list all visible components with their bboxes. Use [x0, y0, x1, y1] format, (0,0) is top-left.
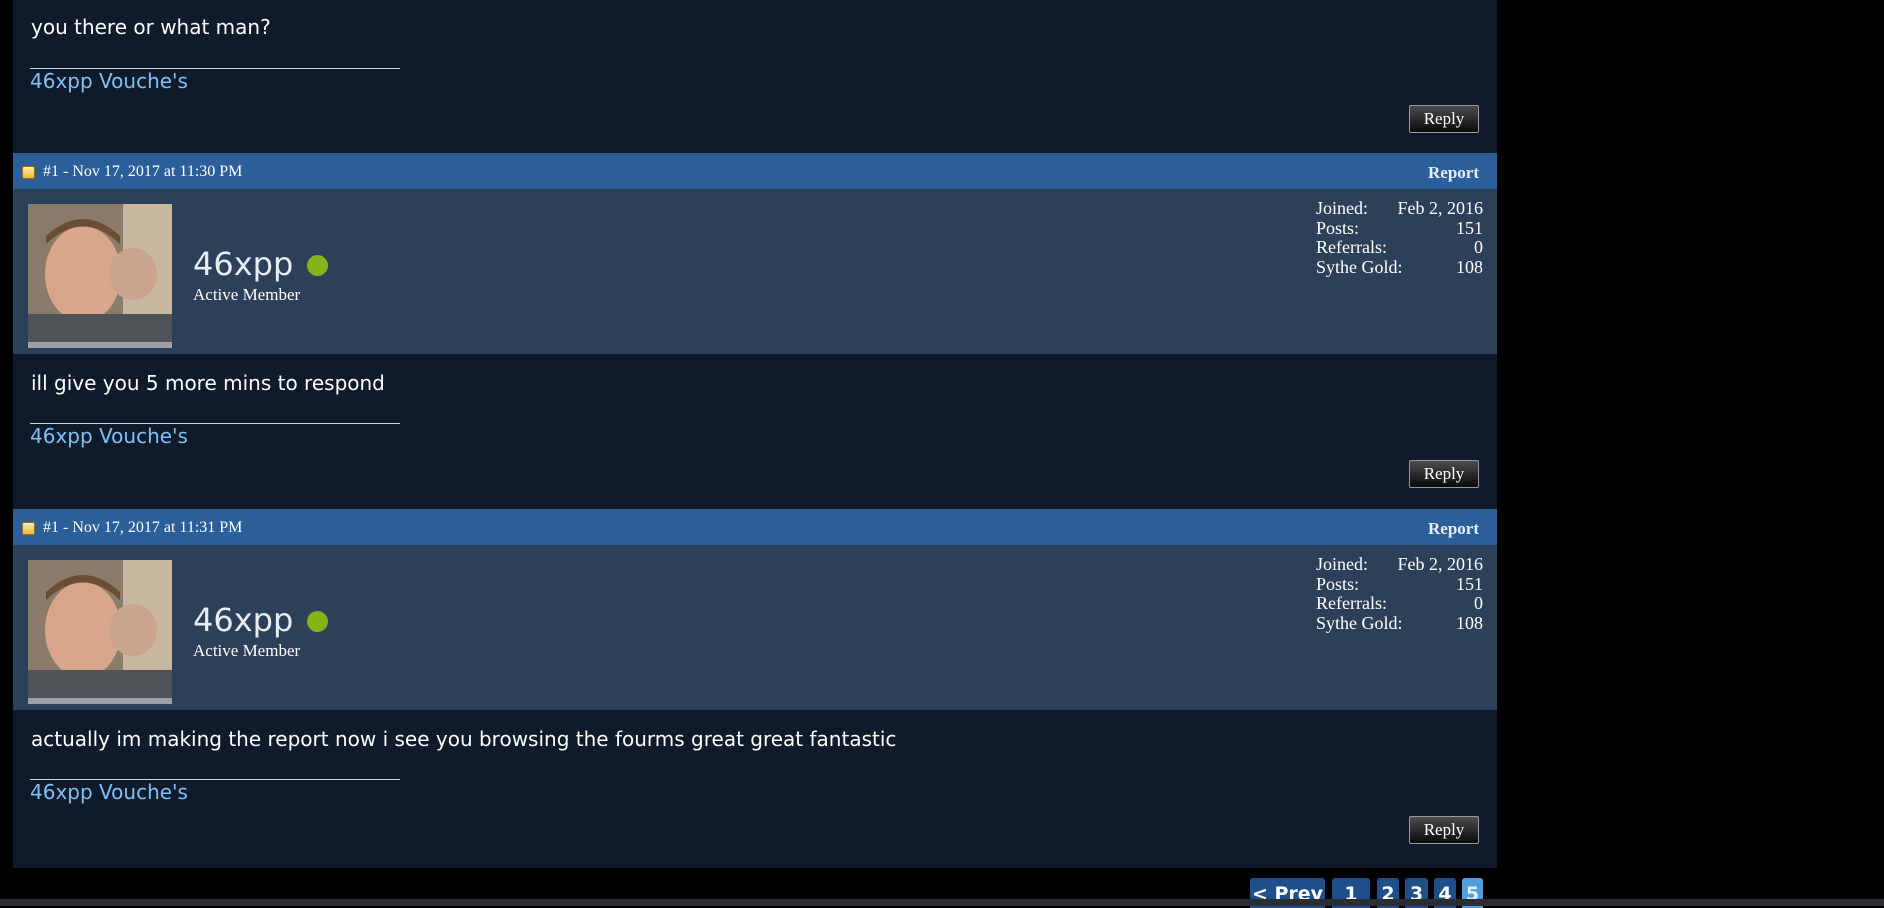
stat-value: 108: [1456, 613, 1483, 634]
post-body: you there or what man? 46xpp Vouche's Re…: [13, 0, 1497, 153]
username[interactable]: 46xpp: [193, 601, 293, 639]
online-status-icon: [307, 611, 328, 632]
post-icon: [22, 522, 35, 535]
post-icon: [22, 166, 35, 179]
stat-label: Posts:: [1316, 217, 1360, 238]
report-link[interactable]: Report: [1428, 519, 1479, 539]
stat-value: 0: [1474, 593, 1483, 614]
stat-label: Sythe Gold:: [1316, 613, 1403, 634]
signature-link[interactable]: 46xpp Vouche's: [30, 424, 188, 448]
post-header: #1 - Nov 17, 2017 at 11:31 PM Report: [13, 509, 1497, 545]
post-body: ill give you 5 more mins to respond 46xp…: [13, 354, 1497, 509]
stat-label: Sythe Gold:: [1316, 257, 1403, 278]
post-message: you there or what man?: [31, 15, 271, 39]
stat-label: Posts:: [1316, 573, 1360, 594]
user-rank: Active Member: [193, 285, 301, 304]
post-body: actually im making the report now i see …: [13, 710, 1497, 868]
reply-button[interactable]: Reply: [1409, 105, 1479, 133]
stat-value: 0: [1474, 237, 1483, 258]
stat-label: Referrals:: [1316, 237, 1387, 258]
user-info-panel: 46xpp Active Member Joined: Feb 2, 2016 …: [13, 189, 1497, 354]
stat-joined: Joined: Feb 2, 2016: [1316, 198, 1484, 219]
stat-value: 151: [1456, 573, 1483, 594]
stat-value: 151: [1456, 217, 1483, 238]
post-header: #1 - Nov 17, 2017 at 11:30 PM Report: [13, 153, 1497, 189]
report-link[interactable]: Report: [1428, 163, 1479, 183]
stat-label: Joined:: [1316, 554, 1368, 574]
stat-sythe-gold: Sythe Gold: 108: [1316, 613, 1483, 634]
stat-sythe-gold: Sythe Gold: 108: [1316, 257, 1483, 278]
reply-button[interactable]: Reply: [1409, 460, 1479, 488]
stat-referrals: Referrals: 0: [1316, 238, 1483, 258]
stat-value: Feb 2, 2016: [1397, 554, 1484, 574]
stat-referrals: Referrals: 0: [1316, 594, 1483, 614]
stat-value: Feb 2, 2016: [1397, 198, 1484, 218]
signature-link[interactable]: 46xpp Vouche's: [30, 780, 188, 804]
avatar[interactable]: [28, 560, 172, 704]
user-stats: Joined: Feb 2, 2016 Posts: 151 Referrals…: [1316, 198, 1484, 278]
signature-link[interactable]: 46xpp Vouche's: [30, 69, 188, 93]
bottom-bar: [0, 899, 1884, 906]
stat-posts: Posts: 151: [1316, 573, 1483, 595]
stat-value: 108: [1456, 257, 1483, 278]
post-meta: #1 - Nov 17, 2017 at 11:31 PM: [43, 519, 243, 536]
post-message: ill give you 5 more mins to respond: [31, 371, 385, 395]
online-status-icon: [307, 255, 328, 276]
stat-label: Referrals:: [1316, 593, 1387, 614]
post-message: actually im making the report now i see …: [31, 727, 897, 751]
user-rank: Active Member: [193, 641, 301, 660]
user-info-panel: 46xpp Active Member Joined: Feb 2, 2016 …: [13, 545, 1497, 710]
stat-posts: Posts: 151: [1316, 217, 1483, 239]
avatar[interactable]: [28, 204, 172, 348]
post-meta: #1 - Nov 17, 2017 at 11:30 PM: [43, 163, 243, 180]
username[interactable]: 46xpp: [193, 245, 293, 283]
thread-posts: you there or what man? 46xpp Vouche's Re…: [13, 0, 1497, 868]
reply-button[interactable]: Reply: [1409, 816, 1479, 844]
stat-joined: Joined: Feb 2, 2016: [1316, 554, 1484, 575]
user-stats: Joined: Feb 2, 2016 Posts: 151 Referrals…: [1316, 554, 1484, 634]
stat-label: Joined:: [1316, 198, 1368, 218]
